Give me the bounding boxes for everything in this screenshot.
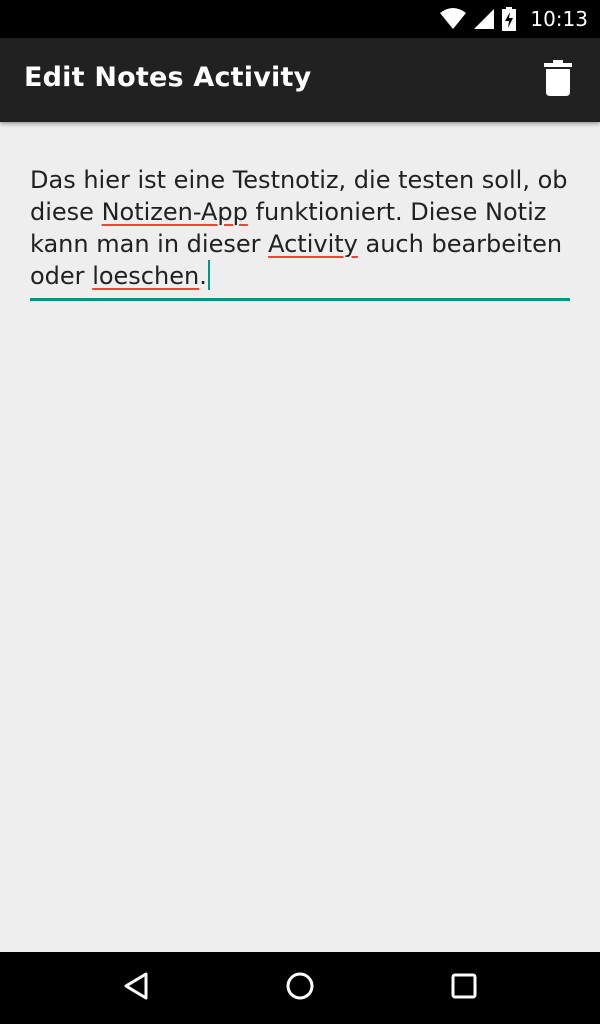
delete-note-button[interactable]: [534, 56, 582, 104]
battery-charging-icon: [502, 7, 517, 31]
note-text[interactable]: Das hier ist eine Testnotiz, die testen …: [30, 164, 570, 292]
text-cursor: [207, 260, 210, 290]
navigation-bar: [0, 952, 600, 1024]
misspelled-word: loeschen: [92, 262, 200, 290]
signal-icon: [474, 8, 495, 30]
app-bar: Edit Notes Activity: [0, 38, 600, 122]
back-icon: [122, 971, 150, 1005]
note-text-field[interactable]: Das hier ist eine Testnotiz, die testen …: [30, 164, 570, 301]
home-icon: [285, 971, 315, 1005]
recents-icon: [451, 973, 477, 1003]
status-icons: 10:13: [440, 0, 588, 38]
status-bar: 10:13: [0, 0, 600, 38]
screen: 10:13 Edit Notes Activity Das hier ist e…: [0, 0, 600, 1024]
status-time: 10:13: [530, 7, 588, 31]
page-title: Edit Notes Activity: [24, 62, 312, 93]
home-button[interactable]: [276, 964, 324, 1012]
recents-button[interactable]: [440, 964, 488, 1012]
wifi-icon: [440, 8, 467, 30]
trash-icon: [544, 60, 572, 100]
misspelled-word: Activity: [268, 230, 358, 258]
note-text-segment: .: [199, 262, 207, 290]
back-button[interactable]: [112, 964, 160, 1012]
misspelled-word: Notizen-App: [101, 198, 248, 226]
